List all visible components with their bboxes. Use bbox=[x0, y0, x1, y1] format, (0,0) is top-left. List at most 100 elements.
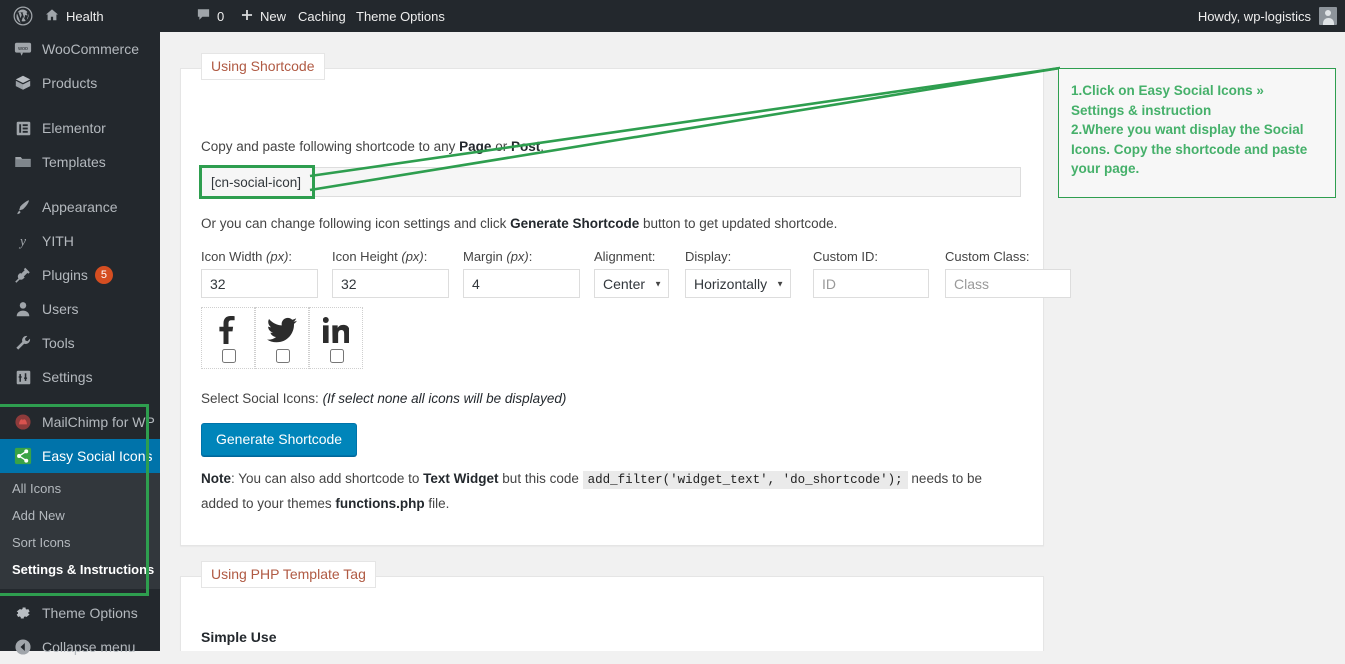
mailchimp-icon bbox=[12, 412, 34, 432]
submenu-item-all-icons[interactable]: All Icons bbox=[0, 475, 160, 502]
admin-bar-howdy-label: Howdy, wp-logistics bbox=[1197, 8, 1311, 24]
icon-height-label: Icon Height (px): bbox=[332, 249, 449, 264]
social-icon-option-linkedin[interactable] bbox=[309, 307, 363, 369]
panel-tab-using-php-template-tag[interactable]: Using PHP Template Tag bbox=[201, 561, 376, 588]
admin-sidebar: woo WooCommerce Products Elementor Templ… bbox=[0, 32, 160, 655]
simple-use-heading: Simple Use bbox=[201, 629, 277, 645]
generate-instruction-pre: Or you can change following icon setting… bbox=[201, 216, 511, 231]
comment-bubble-icon bbox=[196, 7, 211, 25]
admin-bar-comments[interactable]: 0 bbox=[196, 0, 224, 32]
using-php-template-tag-panel: Using PHP Template Tag Simple Use bbox=[180, 561, 1044, 651]
avatar bbox=[1319, 7, 1337, 25]
admin-bar-health[interactable]: Health bbox=[44, 0, 104, 32]
admin-bar-comments-count: 0 bbox=[217, 8, 225, 24]
svg-text:woo: woo bbox=[17, 46, 28, 52]
shortcode-note: Note: You can also add shortcode to Text… bbox=[201, 467, 1019, 515]
note-text-widget: Text Widget bbox=[423, 471, 499, 486]
field-group-icon-height: Icon Height (px): bbox=[332, 249, 449, 298]
field-group-icon-width: Icon Width (px): bbox=[201, 249, 318, 298]
tools-wrench-icon bbox=[12, 333, 34, 353]
sidebar-item-yith[interactable]: y YITH bbox=[0, 224, 160, 258]
sidebar-item-label: Collapse menu bbox=[42, 639, 136, 655]
custom-id-label: Custom ID: bbox=[813, 249, 879, 264]
icon-width-input[interactable] bbox=[201, 269, 318, 298]
display-select-wrap: Horizontally bbox=[685, 269, 791, 298]
custom-class-input[interactable] bbox=[945, 269, 1071, 298]
icon-height-label-unit: (px) bbox=[401, 249, 424, 264]
shortcode-instruction-page: Page bbox=[459, 139, 492, 154]
admin-bar-caching[interactable]: Caching bbox=[298, 0, 346, 32]
generate-shortcode-button[interactable]: Generate Shortcode bbox=[201, 423, 358, 456]
panel-tab-using-shortcode[interactable]: Using Shortcode bbox=[201, 53, 325, 80]
elementor-icon bbox=[12, 118, 34, 138]
sidebar-item-mailchimp[interactable]: MailChimp for WP bbox=[0, 405, 160, 439]
sidebar-item-label: Plugins bbox=[42, 267, 88, 283]
admin-bar-new[interactable]: New bbox=[240, 0, 286, 32]
social-icon-checkbox-linkedin[interactable] bbox=[329, 349, 344, 363]
display-label: Display: bbox=[685, 249, 732, 264]
margin-label-colon: : bbox=[528, 249, 533, 264]
alignment-select[interactable]: Center bbox=[594, 269, 669, 298]
templates-folder-icon bbox=[12, 152, 34, 172]
select-social-icons-hint: (If select none all icons will be displa… bbox=[322, 391, 567, 406]
sidebar-item-label: MailChimp for WP bbox=[42, 414, 155, 430]
icon-width-label: Icon Width (px): bbox=[201, 249, 318, 264]
admin-bar-account[interactable]: Howdy, wp-logistics bbox=[1198, 0, 1337, 32]
woocommerce-icon: woo bbox=[12, 39, 34, 59]
products-box-icon bbox=[12, 73, 34, 93]
easy-social-icons-submenu: All Icons Add New Sort Icons Settings & … bbox=[0, 473, 160, 589]
submenu-item-settings-instructions[interactable]: Settings & Instructions bbox=[0, 556, 160, 583]
sidebar-item-plugins[interactable]: Plugins 5 bbox=[0, 258, 160, 292]
social-icon-option-facebook[interactable] bbox=[201, 307, 255, 369]
social-icon-chooser bbox=[201, 307, 363, 369]
sidebar-item-templates[interactable]: Templates bbox=[0, 145, 160, 179]
sidebar-item-label: Settings bbox=[42, 369, 93, 385]
icon-width-label-unit: (px) bbox=[266, 249, 289, 264]
sidebar-item-users[interactable]: Users bbox=[0, 292, 160, 326]
sidebar-item-tools[interactable]: Tools bbox=[0, 326, 160, 360]
sidebar-item-settings[interactable]: Settings bbox=[0, 360, 160, 394]
social-icon-checkbox-twitter[interactable] bbox=[275, 349, 290, 363]
admin-bar-theme-options[interactable]: Theme Options bbox=[356, 0, 445, 32]
plugins-plug-icon bbox=[12, 265, 34, 285]
sidebar-item-theme-options[interactable]: Theme Options bbox=[0, 596, 160, 630]
social-icon-checkbox-facebook[interactable] bbox=[221, 349, 236, 363]
sidebar-item-elementor[interactable]: Elementor bbox=[0, 111, 160, 145]
annotation-callout-text: 1.Click on Easy Social Icons » Settings … bbox=[1071, 83, 1308, 177]
social-icon-option-twitter[interactable] bbox=[255, 307, 309, 369]
share-nodes-icon bbox=[12, 446, 34, 466]
sidebar-item-easy-social-icons[interactable]: Easy Social Icons bbox=[0, 439, 160, 473]
sidebar-item-label: Users bbox=[42, 301, 79, 317]
icon-height-input[interactable] bbox=[332, 269, 449, 298]
home-icon bbox=[44, 7, 60, 26]
linkedin-icon bbox=[323, 313, 349, 347]
margin-input[interactable] bbox=[463, 269, 580, 298]
sidebar-item-woocommerce[interactable]: woo WooCommerce bbox=[0, 32, 160, 66]
field-group-margin: Margin (px): bbox=[463, 249, 580, 298]
shortcode-input[interactable] bbox=[201, 167, 1021, 197]
note-code-snippet: add_filter('widget_text', 'do_shortcode'… bbox=[582, 471, 908, 489]
custom-id-input[interactable] bbox=[813, 269, 929, 298]
sidebar-item-label: YITH bbox=[42, 233, 74, 249]
sidebar-item-appearance[interactable]: Appearance bbox=[0, 190, 160, 224]
display-select[interactable]: Horizontally bbox=[685, 269, 791, 298]
submenu-item-add-new[interactable]: Add New bbox=[0, 502, 160, 529]
shortcode-instruction-mid: or bbox=[491, 139, 511, 154]
custom-class-label: Custom Class: bbox=[945, 249, 1030, 264]
wordpress-logo-icon[interactable] bbox=[6, 0, 40, 32]
plus-icon bbox=[240, 8, 254, 25]
twitter-icon bbox=[267, 313, 297, 347]
field-group-alignment: Alignment: Center bbox=[594, 249, 669, 298]
field-group-custom-class: Custom Class: bbox=[945, 249, 1071, 298]
note-text-2: but this code bbox=[498, 471, 583, 486]
alignment-label: Alignment: bbox=[594, 249, 656, 264]
facebook-icon bbox=[216, 313, 240, 347]
appearance-brush-icon bbox=[12, 197, 34, 217]
generate-instruction: Or you can change following icon setting… bbox=[201, 216, 837, 231]
submenu-item-sort-icons[interactable]: Sort Icons bbox=[0, 529, 160, 556]
collapse-arrow-icon bbox=[12, 637, 34, 657]
annotation-callout: 1.Click on Easy Social Icons » Settings … bbox=[1058, 68, 1336, 198]
sidebar-item-collapse-menu[interactable]: Collapse menu bbox=[0, 630, 160, 664]
admin-bar: Health 0 New Caching Theme Options Howdy… bbox=[0, 0, 1345, 32]
sidebar-item-products[interactable]: Products bbox=[0, 66, 160, 100]
